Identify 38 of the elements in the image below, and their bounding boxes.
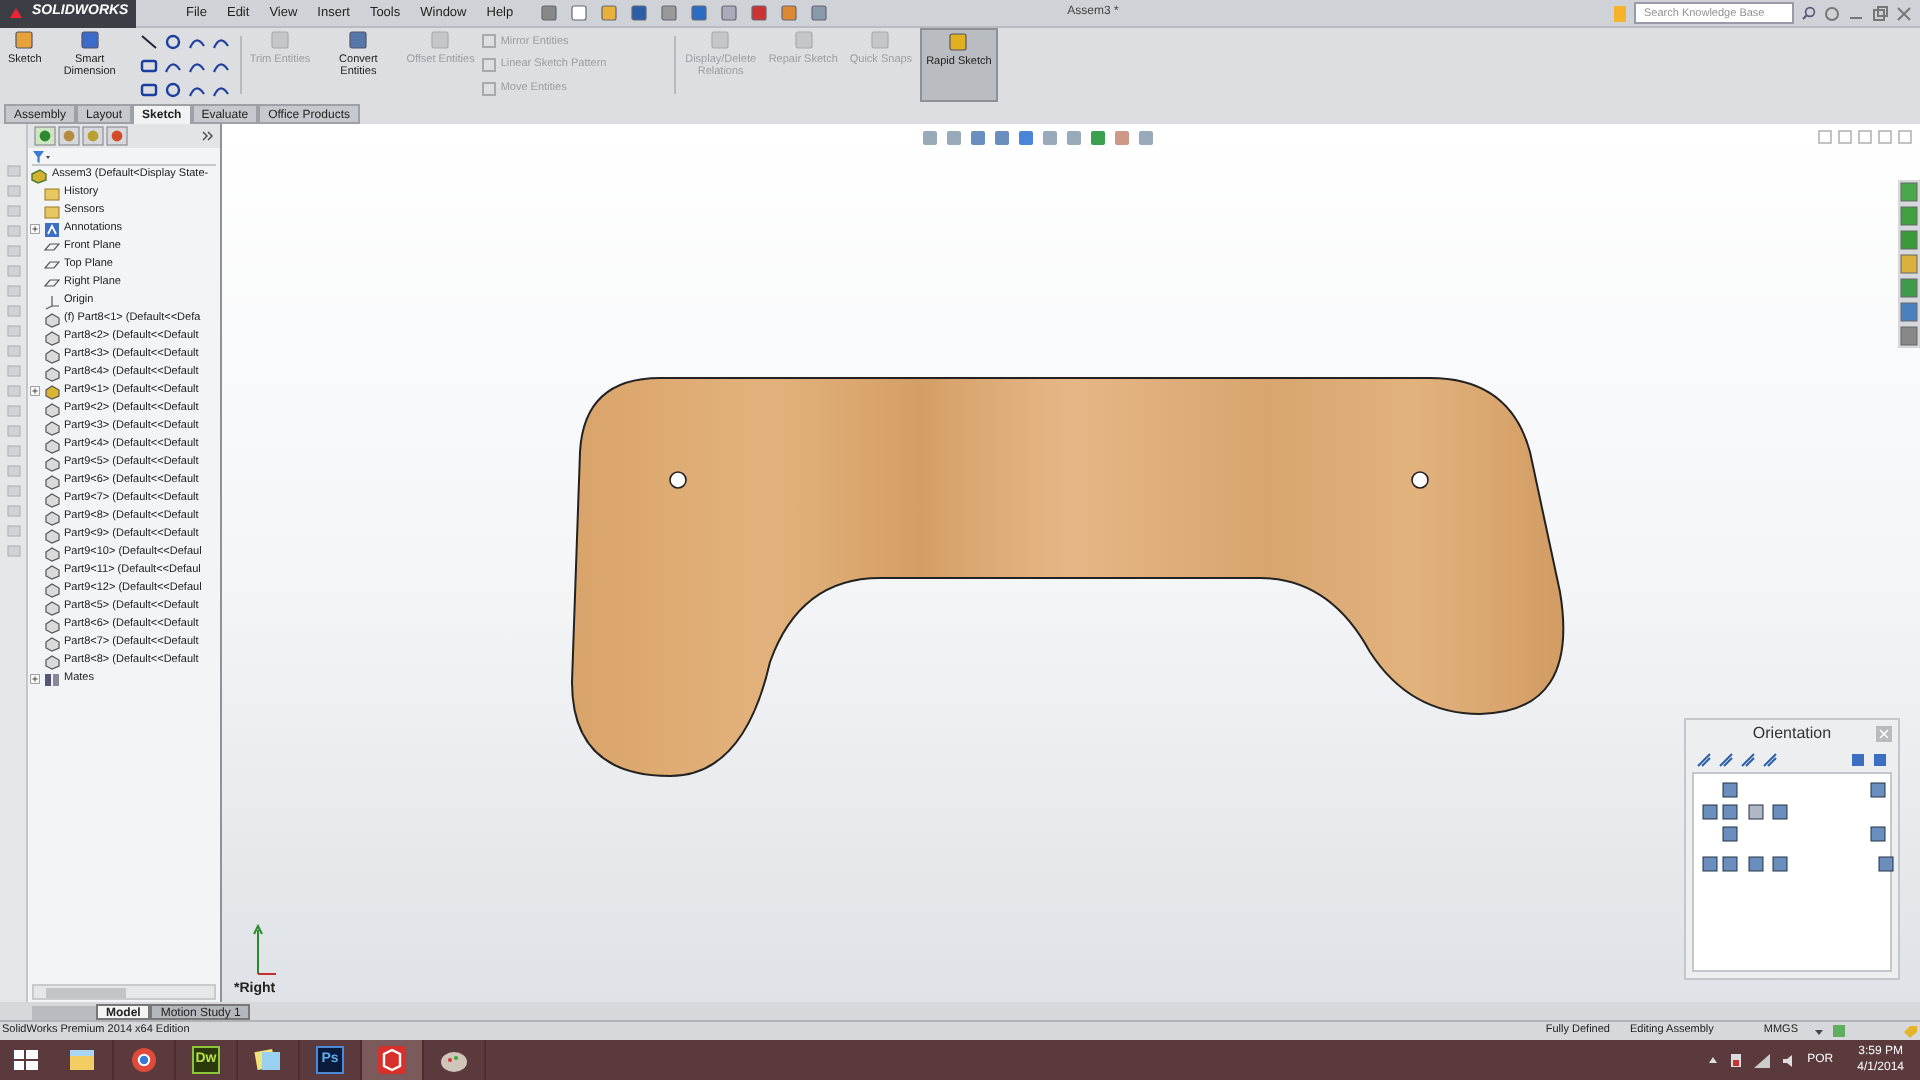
ribbon-tool-icon (348, 30, 369, 50)
mates-icon (44, 671, 60, 687)
app-logo-icon (374, 1042, 410, 1078)
property-icon[interactable] (58, 126, 80, 146)
battery-icon[interactable] (1729, 1052, 1742, 1068)
taskbar-app-button[interactable] (362, 1040, 424, 1080)
curve-icon[interactable] (187, 81, 206, 97)
line-icon[interactable] (139, 33, 158, 49)
circle-icon[interactable] (163, 33, 182, 49)
caret-icon[interactable] (1707, 1056, 1718, 1064)
search-icon (1802, 6, 1816, 20)
logo-icon (8, 5, 24, 21)
speaker-icon[interactable] (1781, 1053, 1796, 1067)
ribbon-tool-icon (14, 30, 35, 50)
annotation-icon (44, 221, 60, 237)
help-icon[interactable] (1824, 5, 1840, 21)
caret-icon[interactable] (1814, 1027, 1824, 1035)
expand-toggle-icon[interactable] (29, 674, 39, 684)
filter-icon[interactable] (32, 149, 50, 163)
origin-icon (44, 293, 60, 309)
expand-icon[interactable] (202, 130, 214, 142)
feature-tree-icon[interactable] (34, 126, 56, 146)
expand-toggle-icon[interactable] (29, 386, 39, 396)
configuration-icon[interactable] (82, 126, 104, 146)
panel-title: Orientation (1752, 722, 1832, 746)
signal-icon[interactable] (1753, 1053, 1770, 1067)
triad-icon (250, 924, 278, 976)
ribbon-tool-icon (948, 32, 969, 52)
slot-icon[interactable] (139, 81, 158, 97)
rectangle-icon[interactable] (139, 57, 158, 73)
assembly-icon (30, 167, 48, 183)
rebuild-icon[interactable] (1832, 1024, 1846, 1038)
chrome-icon (126, 1042, 162, 1078)
assembly-icon (44, 383, 60, 399)
ribbon-tool-icon (79, 30, 100, 50)
expand-toggle-icon[interactable] (29, 224, 39, 234)
spline-icon[interactable] (187, 33, 206, 49)
arc-icon[interactable] (163, 57, 182, 73)
